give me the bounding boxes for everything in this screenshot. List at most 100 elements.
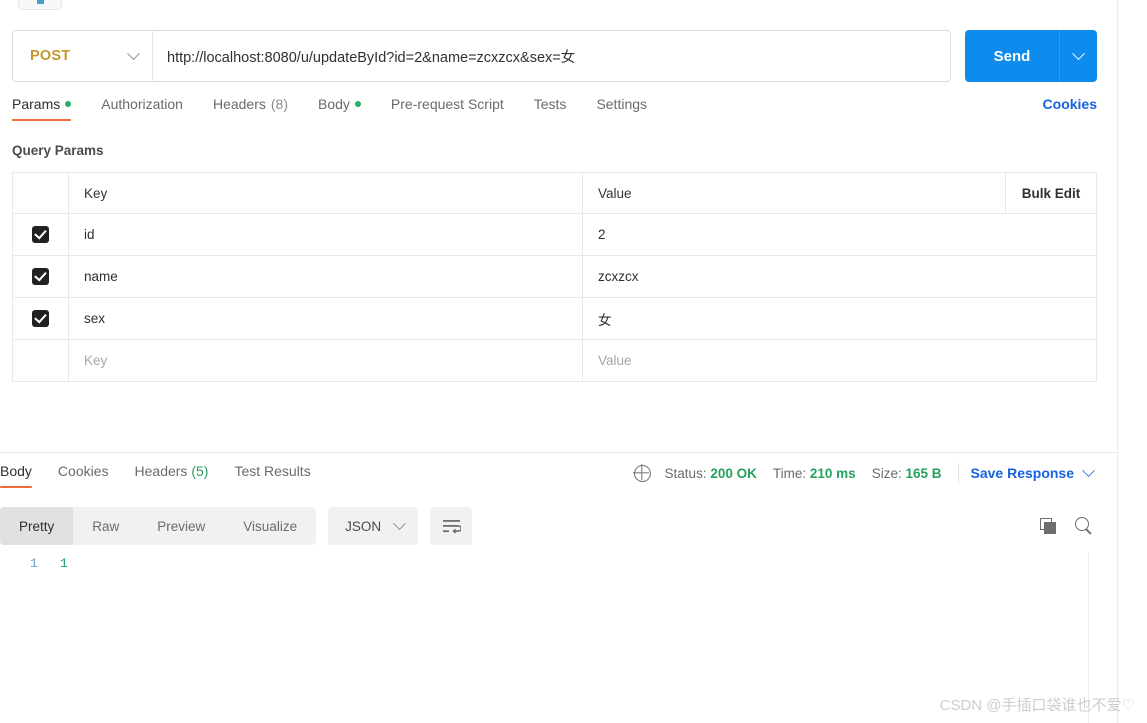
wrap-lines-icon	[442, 519, 461, 533]
status-label-text: Status:	[664, 465, 707, 481]
postman-window: POST http://localhost:8080/u/updateById?…	[0, 0, 1147, 723]
row-checkbox[interactable]	[32, 310, 49, 327]
tab-tests[interactable]: Tests	[534, 96, 567, 121]
code-line: 1 1	[0, 552, 1089, 574]
row-checkbox[interactable]	[32, 268, 49, 285]
size-label: Size: 165 B	[872, 466, 942, 481]
response-tab-headers[interactable]: Headers (5)	[135, 463, 209, 488]
tab-params-label: Params	[12, 96, 61, 112]
meta-divider	[957, 463, 959, 483]
response-meta: Status: 200 OK Time: 210 ms Size: 165 B …	[633, 463, 1117, 483]
table-row-empty: Key Value	[13, 340, 1096, 382]
row-value[interactable]: 女	[583, 298, 1096, 339]
response-format-toolbar: Pretty Raw Preview Visualize JSON	[0, 505, 1117, 547]
wrap-lines-button[interactable]	[430, 507, 473, 545]
response-tab-cookies[interactable]: Cookies	[58, 463, 109, 488]
chevron-down-icon	[1082, 463, 1095, 477]
row-checkbox[interactable]	[32, 226, 49, 243]
send-options-button[interactable]	[1059, 30, 1097, 82]
tab-body[interactable]: Body	[318, 96, 361, 121]
url-input[interactable]: http://localhost:8080/u/updateById?id=2&…	[153, 31, 950, 81]
row-checkbox-cell	[13, 256, 69, 297]
http-method-select[interactable]: POST	[13, 31, 153, 81]
response-tab-headers-count: (5)	[191, 463, 209, 479]
save-response-label: Save Response	[970, 465, 1075, 481]
response-body[interactable]: 1 1	[0, 552, 1089, 723]
params-modified-dot	[65, 101, 72, 107]
row-key[interactable]: id	[69, 214, 583, 255]
table-header-row: Key Value Bulk Edit	[13, 173, 1096, 214]
tab-status-dot	[37, 0, 44, 4]
chevron-down-icon	[127, 46, 140, 60]
header-checkbox-cell	[13, 173, 69, 213]
table-row: id 2	[13, 214, 1096, 256]
body-modified-dot	[354, 101, 361, 107]
globe-icon	[633, 464, 651, 482]
response-tab-headers-label: Headers	[134, 463, 188, 479]
chevron-down-icon	[393, 516, 406, 530]
tab-headers[interactable]: Headers (8)	[213, 96, 288, 121]
url-input-group: POST http://localhost:8080/u/updateById?…	[12, 30, 951, 82]
row-value[interactable]: zcxzcx	[583, 256, 1096, 297]
line-number: 1	[30, 555, 38, 571]
query-params-table: Key Value Bulk Edit id 2 name zcxzcx sex…	[12, 172, 1097, 382]
line-content: 1	[60, 555, 68, 571]
response-bar: Body Cookies Headers (5) Test Results St…	[0, 463, 1117, 493]
right-panel-divider	[1117, 0, 1118, 723]
tab-authorization[interactable]: Authorization	[101, 96, 183, 121]
format-raw[interactable]: Raw	[73, 507, 138, 545]
row-checkbox-cell	[13, 214, 69, 255]
response-separator	[0, 452, 1117, 453]
row-value[interactable]: 2	[583, 214, 1096, 255]
tab-params[interactable]: Params	[12, 96, 72, 121]
copy-icon-front	[1044, 521, 1056, 534]
response-language-select[interactable]: JSON	[328, 507, 419, 545]
send-button[interactable]: Send	[965, 30, 1059, 82]
time-label: Time: 210 ms	[773, 466, 856, 481]
copy-icon[interactable]	[1040, 517, 1057, 535]
status-label: Status: 200 OK	[665, 466, 757, 481]
tab-pre-request-script-label: Pre-request Script	[390, 96, 504, 112]
header-value: Value	[598, 185, 632, 201]
format-preview[interactable]: Preview	[138, 507, 224, 545]
time-value: 210 ms	[809, 465, 856, 481]
query-params-title: Query Params	[12, 143, 104, 158]
chevron-down-icon	[1072, 46, 1085, 60]
cookies-link[interactable]: Cookies	[1043, 96, 1097, 112]
format-pretty[interactable]: Pretty	[0, 507, 74, 545]
http-method-label: POST	[30, 48, 71, 64]
bulk-edit-button[interactable]: Bulk Edit	[1005, 173, 1096, 213]
request-tab-remnant[interactable]	[18, 0, 62, 10]
tab-body-label: Body	[318, 96, 350, 112]
tab-settings-label: Settings	[596, 96, 648, 112]
size-value: 165 B	[905, 465, 942, 481]
save-response-button[interactable]: Save Response	[970, 463, 1095, 481]
tab-headers-label: Headers	[212, 96, 266, 112]
size-label-text: Size:	[871, 465, 902, 481]
response-actions	[1040, 517, 1117, 535]
watermark: CSDN @手插口袋谁也不爱♡	[939, 697, 1135, 714]
table-row: name zcxzcx	[13, 256, 1096, 298]
tab-pre-request-script[interactable]: Pre-request Script	[391, 96, 504, 121]
format-visualize[interactable]: Visualize	[224, 507, 316, 545]
header-key: Key	[69, 173, 583, 213]
response-tab-test-results[interactable]: Test Results	[234, 463, 310, 488]
row-key[interactable]: name	[69, 256, 583, 297]
response-language-label: JSON	[345, 518, 382, 534]
tab-settings[interactable]: Settings	[596, 96, 647, 121]
row-checkbox-cell	[13, 298, 69, 339]
request-tabs: Params Authorization Headers (8) Body Pr…	[12, 96, 1097, 130]
row-checkbox-cell	[13, 340, 69, 381]
table-row: sex 女	[13, 298, 1096, 340]
response-tabs: Body Cookies Headers (5) Test Results	[0, 463, 337, 488]
status-value: 200 OK	[710, 465, 757, 481]
response-tab-body[interactable]: Body	[0, 463, 32, 488]
format-segmented-control: Pretty Raw Preview Visualize	[0, 507, 317, 545]
tab-authorization-label: Authorization	[101, 96, 183, 112]
new-key-input[interactable]: Key	[69, 340, 583, 381]
tab-tests-label: Tests	[533, 96, 567, 112]
search-icon[interactable]	[1075, 517, 1093, 535]
new-value-input[interactable]: Value	[583, 340, 1096, 381]
row-key[interactable]: sex	[69, 298, 583, 339]
time-label-text: Time:	[772, 465, 807, 481]
